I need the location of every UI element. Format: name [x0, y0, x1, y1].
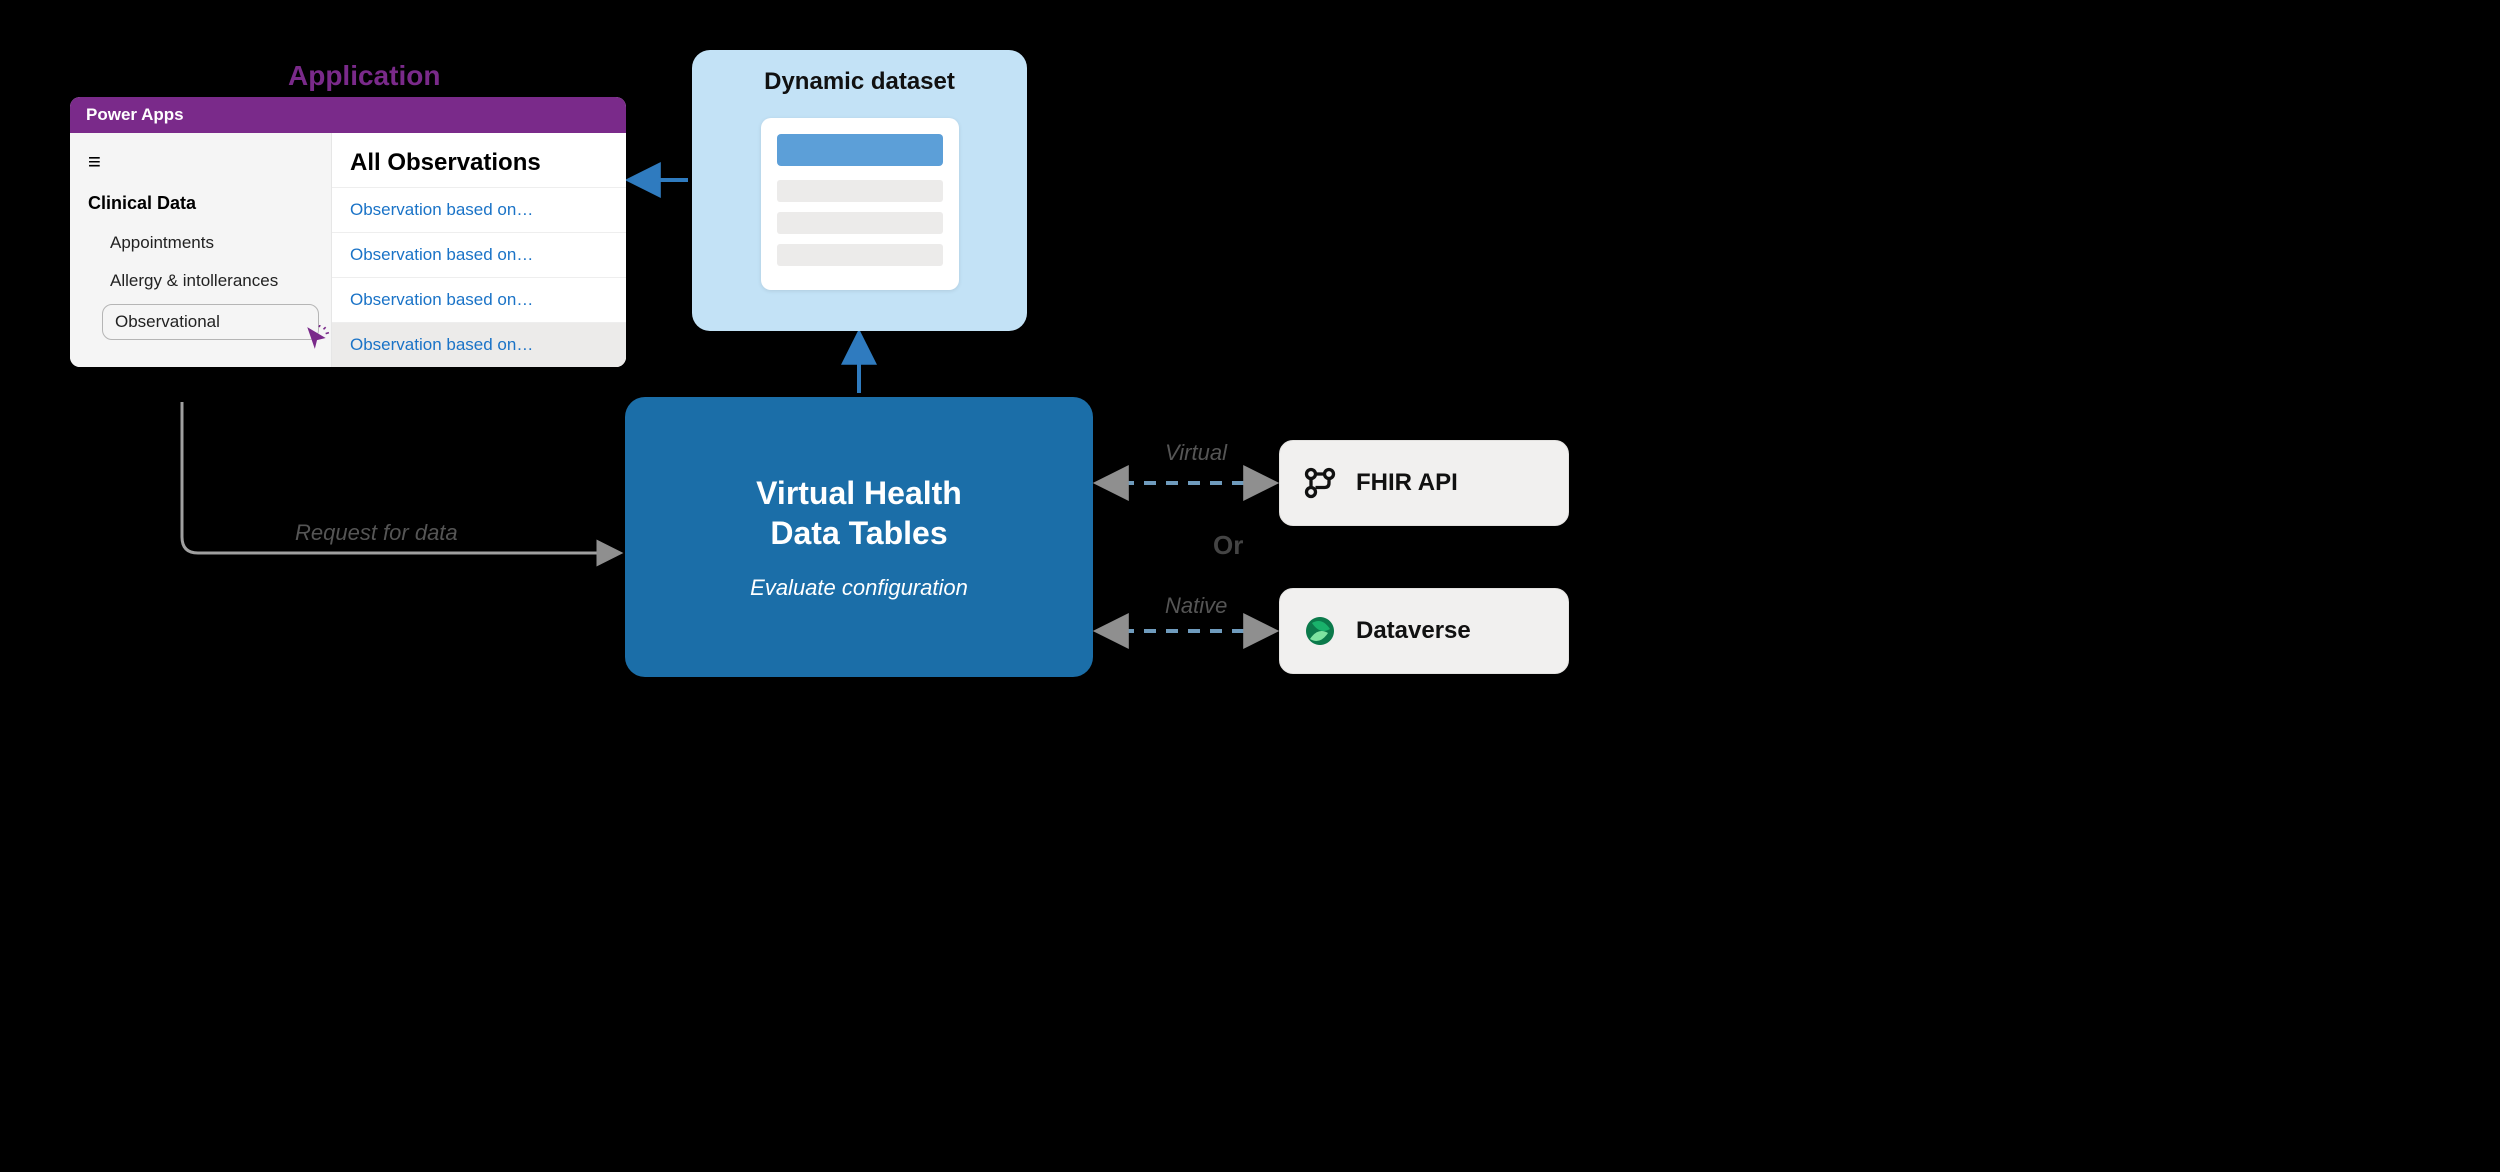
observations-heading: All Observations: [332, 133, 626, 187]
dataverse-icon: [1302, 613, 1338, 649]
sidebar: ≡ Clinical Data Appointments Allergy & i…: [70, 133, 332, 367]
vhdt-card: Virtual Health Data Tables Evaluate conf…: [625, 397, 1093, 677]
fhir-icon: [1302, 465, 1338, 501]
request-label: Request for data: [295, 520, 458, 546]
dataverse-label: Dataverse: [1356, 617, 1471, 645]
dataset-icon: [761, 118, 959, 290]
dynamic-dataset-label: Dynamic dataset: [692, 68, 1027, 96]
sidebar-item-allergies[interactable]: Allergy & intollerances: [70, 262, 331, 300]
vhdt-title-2: Data Tables: [770, 515, 947, 551]
list-item[interactable]: Observation based on…: [332, 277, 626, 322]
list-item[interactable]: Observation based on…: [332, 322, 626, 367]
application-label: Application: [288, 60, 440, 92]
cursor-icon: [304, 325, 330, 351]
fhir-label: FHIR API: [1356, 469, 1458, 497]
list-item[interactable]: Observation based on…: [332, 232, 626, 277]
sidebar-heading: Clinical Data: [70, 187, 331, 224]
dataverse-box: Dataverse: [1279, 588, 1569, 674]
fhir-box: FHIR API: [1279, 440, 1569, 526]
dynamic-dataset-card: Dynamic dataset: [692, 50, 1027, 331]
sidebar-item-label: Observational: [115, 312, 220, 331]
main-panel: All Observations Observation based on… O…: [332, 133, 626, 367]
powerapps-window: Power Apps ≡ Clinical Data Appointments …: [70, 97, 626, 367]
vhdt-subtitle: Evaluate configuration: [625, 575, 1093, 601]
or-label: Or: [1213, 530, 1243, 561]
sidebar-item-appointments[interactable]: Appointments: [70, 224, 331, 262]
sidebar-item-observational[interactable]: Observational: [102, 304, 319, 340]
vhdt-title-1: Virtual Health: [756, 475, 962, 511]
virtual-label: Virtual: [1165, 440, 1227, 466]
list-item[interactable]: Observation based on…: [332, 187, 626, 232]
native-label: Native: [1165, 593, 1227, 619]
window-titlebar: Power Apps: [70, 97, 626, 133]
hamburger-icon[interactable]: ≡: [70, 145, 331, 187]
